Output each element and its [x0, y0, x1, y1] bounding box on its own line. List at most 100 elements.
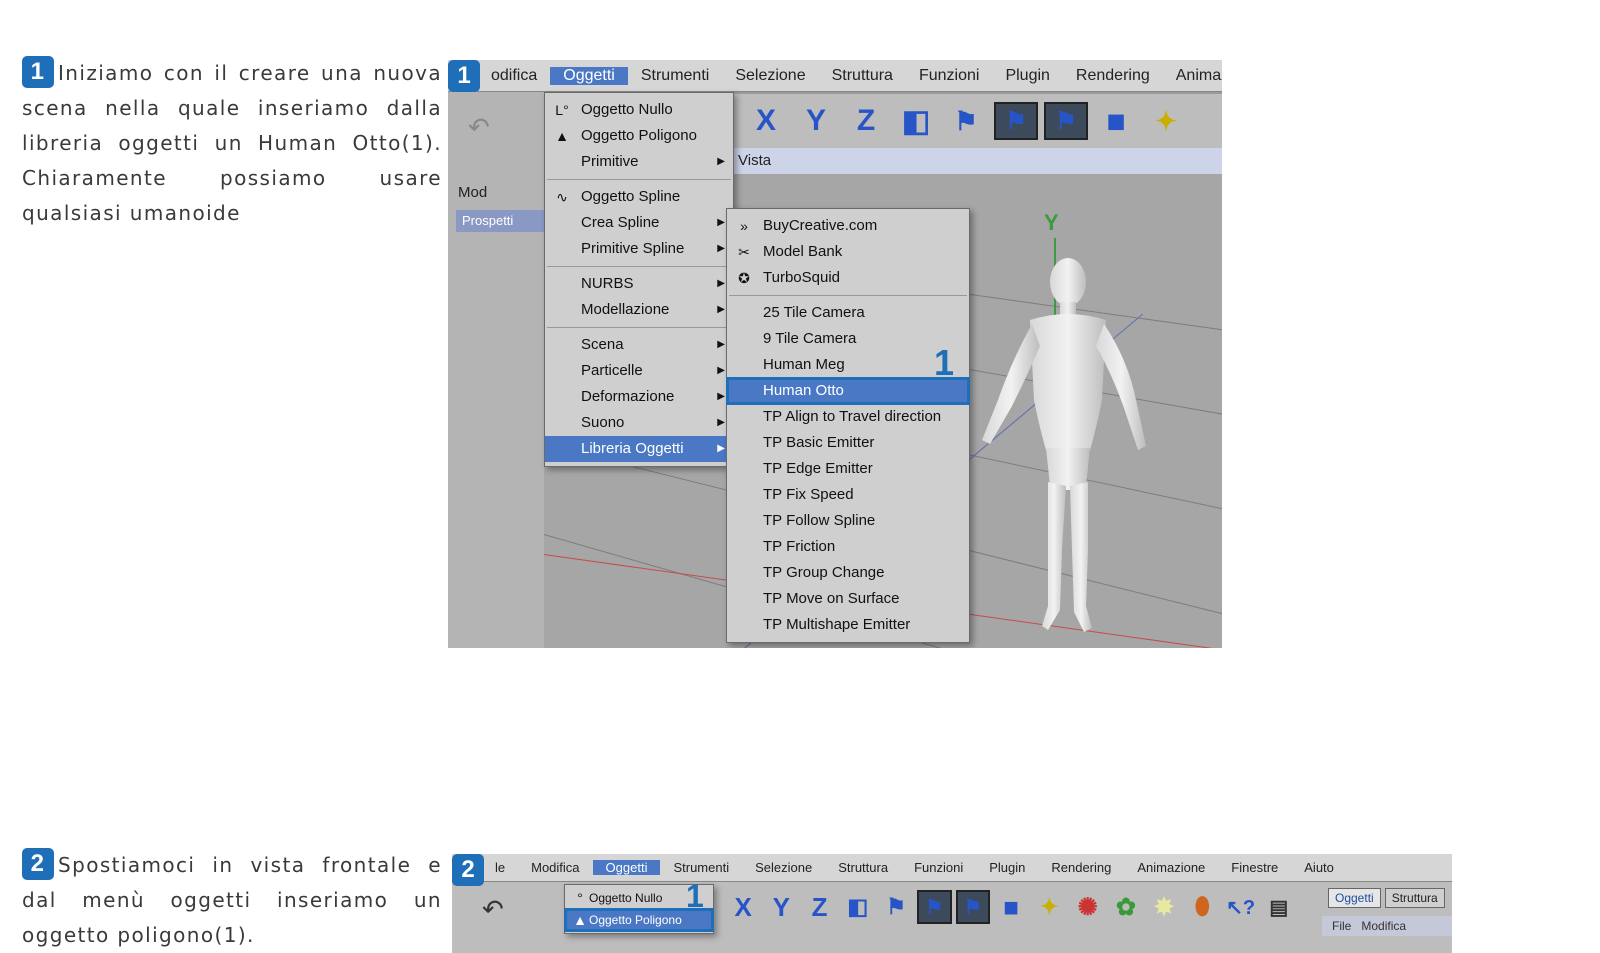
spline-tool-icon[interactable]: ✦: [1144, 102, 1188, 140]
submenu-arrow-icon: ▶: [717, 339, 725, 350]
menu-item-tp-fix-speed[interactable]: TP Fix Speed: [727, 482, 969, 508]
menu-item-label: Human Otto: [763, 382, 844, 399]
render-region-icon[interactable]: ⚑: [994, 102, 1038, 140]
nurbs-icon[interactable]: ✺: [1071, 890, 1105, 924]
menu-item-primitive[interactable]: Primitive ▶: [545, 149, 733, 175]
menu-rendering[interactable]: Rendering: [1038, 860, 1124, 875]
menu-modifica[interactable]: odifica: [478, 67, 550, 85]
menu-item-scena[interactable]: Scena ▶: [545, 332, 733, 358]
menu-item-label: NURBS: [581, 275, 634, 292]
menu-item-label: Scena: [581, 336, 624, 353]
menu-oggetti[interactable]: Oggetti: [550, 66, 628, 85]
x-axis-lock-button[interactable]: X: [726, 890, 760, 924]
menu-item-nurbs[interactable]: NURBS ▶: [545, 271, 733, 297]
step-1-text-block: 1 Iniziamo con il creare una nuova scena…: [22, 56, 442, 231]
menu-item-tp-basic-emitter[interactable]: TP Basic Emitter: [727, 430, 969, 456]
step-2-badge: 2: [22, 848, 54, 880]
menu-strumenti[interactable]: Strumenti: [660, 860, 742, 875]
menu-modifica[interactable]: Modifica: [518, 860, 592, 875]
om-menu-file[interactable]: File: [1332, 916, 1351, 936]
cube-icon[interactable]: ■: [994, 890, 1028, 924]
spline-tool-icon[interactable]: ✦: [1032, 890, 1066, 924]
menu-item-human-meg[interactable]: Human Meg: [727, 352, 969, 378]
z-axis-lock-button[interactable]: Z: [802, 890, 836, 924]
help-pointer-icon[interactable]: ↖?: [1223, 890, 1257, 924]
menu-item-turbosquid[interactable]: ✪ TurboSquid: [727, 265, 969, 291]
menu-item-tp-multishape-emitter[interactable]: TP Multishape Emitter: [727, 612, 969, 638]
oggetti-dropdown-menu: L° Oggetto Nullo ▲ Oggetto Poligono Primitiv…: [544, 92, 734, 467]
menu-plugin[interactable]: Plugin: [976, 860, 1038, 875]
left-panel: ↶ Mod Prospetti: [448, 92, 544, 648]
x-axis-lock-button[interactable]: X: [744, 102, 788, 140]
render-view-icon[interactable]: ⚑: [879, 890, 913, 924]
menu-item-primitive-spline[interactable]: Primitive Spline ▶: [545, 236, 733, 262]
menu-item-buycreative-com[interactable]: » BuyCreative.com: [727, 213, 969, 239]
menu-aiuto[interactable]: Aiuto: [1291, 860, 1347, 875]
menu-item-25-tile-camera[interactable]: 25 Tile Camera: [727, 300, 969, 326]
render-picture-viewer-icon[interactable]: ⚑: [1044, 102, 1088, 140]
coordinate-system-icon[interactable]: ◧: [894, 102, 938, 140]
menu-animazione[interactable]: Animazione: [1163, 67, 1222, 85]
menu-rendering[interactable]: Rendering: [1063, 67, 1163, 85]
render-region-icon[interactable]: ⚑: [917, 890, 952, 924]
menu-item-label: Deformazione: [581, 388, 675, 405]
render-picture-viewer-icon[interactable]: ⚑: [955, 890, 991, 924]
step-2-screenshot-badge: 2: [452, 854, 484, 886]
step-2-menubar: le Modifica Oggetti Strumenti Selezione …: [452, 854, 1452, 882]
menu-item-crea-spline[interactable]: Crea Spline ▶: [545, 210, 733, 236]
menu-struttura[interactable]: Struttura: [819, 67, 906, 85]
menu-item-model-bank[interactable]: ✂ Model Bank: [727, 239, 969, 265]
undo-icon[interactable]: ↶: [482, 894, 504, 925]
deformer-icon[interactable]: ⬮: [1185, 890, 1219, 924]
menu-oggetti[interactable]: Oggetti: [592, 860, 661, 875]
menu-plugin[interactable]: Plugin: [992, 67, 1062, 85]
z-axis-lock-button[interactable]: Z: [844, 102, 888, 140]
array-icon[interactable]: ✿: [1109, 890, 1143, 924]
menu-item-9-tile-camera[interactable]: 9 Tile Camera: [727, 326, 969, 352]
menu-item-modellazione[interactable]: Modellazione ▶: [545, 297, 733, 323]
menu-item-tp-friction[interactable]: TP Friction: [727, 534, 969, 560]
step-2-text-block: 2 Spostiamoci in vista frontale e dal me…: [22, 848, 442, 953]
menu-file[interactable]: le: [482, 860, 518, 875]
left-panel-label: Mod: [458, 184, 488, 201]
menu-item-oggetto-nullo[interactable]: L° Oggetto Nullo: [545, 97, 733, 123]
human-otto-figure[interactable]: [968, 250, 1168, 648]
menu-item-tp-align-to-travel-direction[interactable]: TP Align to Travel direction: [727, 404, 969, 430]
menu-item-deformazione[interactable]: Deformazione ▶: [545, 384, 733, 410]
render-view-icon[interactable]: ⚑: [944, 102, 988, 140]
menu-item-tp-edge-emitter[interactable]: TP Edge Emitter: [727, 456, 969, 482]
menu-item-label: TP Move on Surface: [763, 590, 900, 607]
y-axis-lock-button[interactable]: Y: [794, 102, 838, 140]
callout-number: 1: [686, 878, 704, 914]
coordinate-system-icon[interactable]: ◧: [841, 890, 875, 924]
menu-item-tp-group-change[interactable]: TP Group Change: [727, 560, 969, 586]
submenu-arrow-icon: ▶: [717, 243, 725, 254]
menu-item-tp-follow-spline[interactable]: TP Follow Spline: [727, 508, 969, 534]
menu-item-libreria-oggetti[interactable]: Libreria Oggetti ▶: [545, 436, 733, 462]
menu-funzioni[interactable]: Funzioni: [906, 67, 992, 85]
y-axis-lock-button[interactable]: Y: [764, 890, 798, 924]
menu-item-particelle[interactable]: Particelle ▶: [545, 358, 733, 384]
submenu-arrow-icon: ▶: [717, 304, 725, 315]
menu-selezione[interactable]: Selezione: [742, 860, 825, 875]
light-icon[interactable]: ✸: [1147, 890, 1181, 924]
menu-item-human-otto[interactable]: Human Otto: [726, 377, 970, 405]
spline-object-icon: ∿: [556, 189, 568, 205]
menu-finestre[interactable]: Finestre: [1218, 860, 1291, 875]
tab-struttura[interactable]: Struttura: [1384, 888, 1445, 908]
om-menu-modifica[interactable]: Modifica: [1361, 916, 1406, 936]
menu-selezione[interactable]: Selezione: [722, 67, 818, 85]
menu-animazione[interactable]: Animazione: [1124, 860, 1218, 875]
menu-struttura[interactable]: Struttura: [825, 860, 901, 875]
tab-oggetti[interactable]: Oggetti: [1328, 888, 1381, 908]
menu-item-tp-move-on-surface[interactable]: TP Move on Surface: [727, 586, 969, 612]
cube-icon[interactable]: ■: [1094, 102, 1138, 140]
layout-icon[interactable]: ▤: [1262, 890, 1296, 924]
menu-funzioni[interactable]: Funzioni: [901, 860, 976, 875]
menu-strumenti[interactable]: Strumenti: [628, 67, 722, 85]
menu-item-oggetto-poligono[interactable]: ▲ Oggetto Poligono: [545, 123, 733, 149]
menu-item-suono[interactable]: Suono ▶: [545, 410, 733, 436]
viewport-tab[interactable]: Prospetti: [456, 210, 544, 232]
menu-item-oggetto-spline[interactable]: ∿ Oggetto Spline: [545, 184, 733, 210]
undo-icon[interactable]: ↶: [468, 112, 490, 143]
